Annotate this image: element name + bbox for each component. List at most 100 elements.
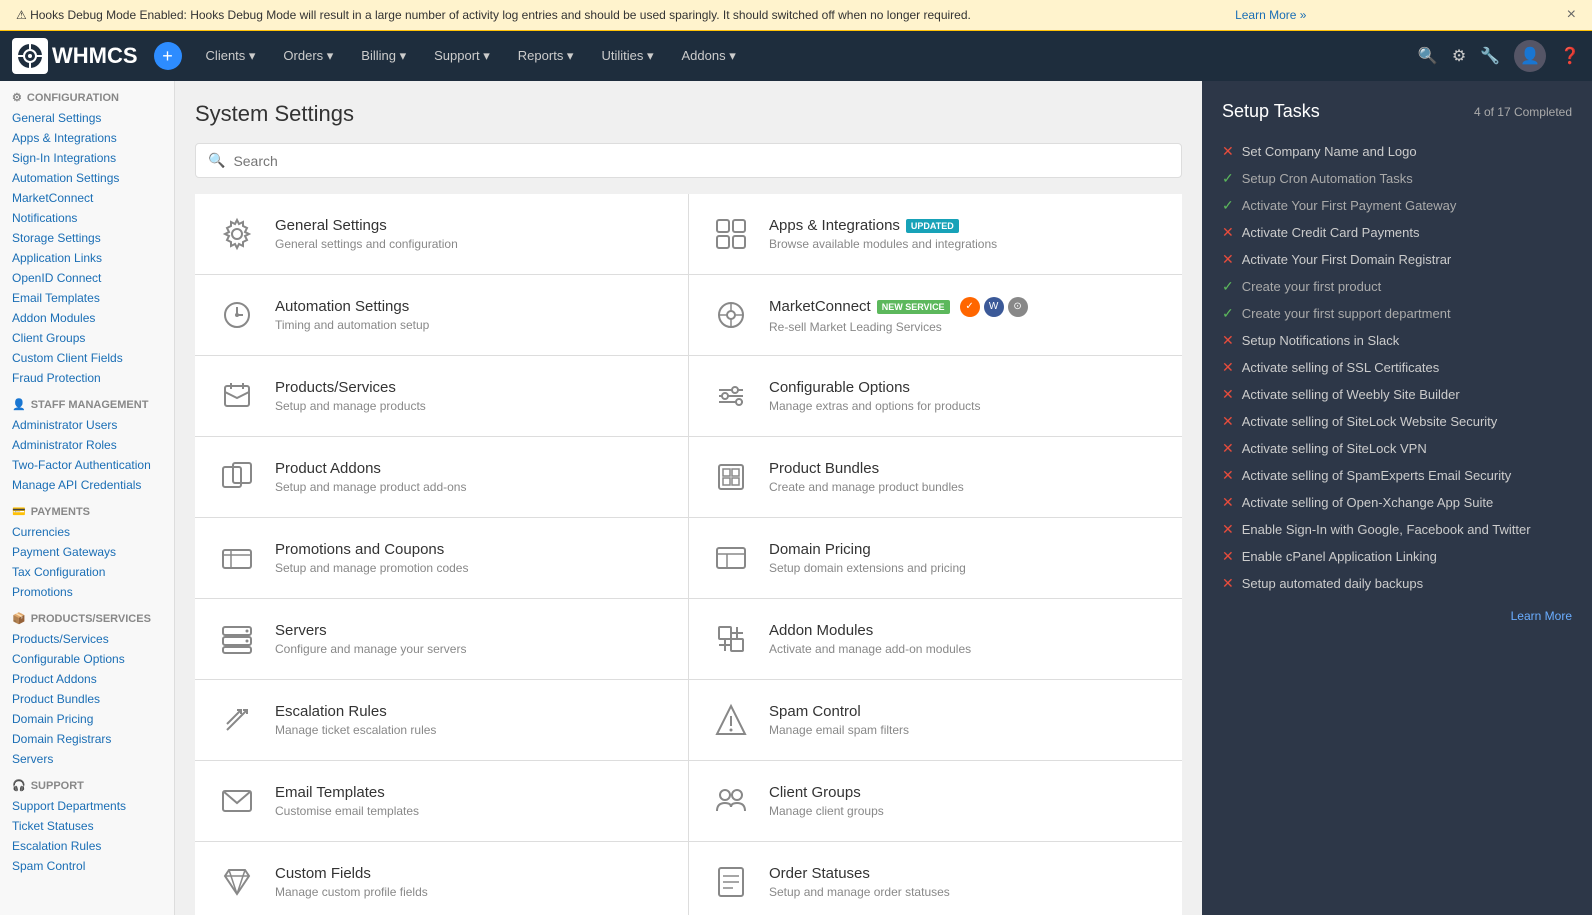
sidebar-item-apps-integrations[interactable]: Apps & Integrations: [0, 128, 174, 148]
sidebar-item-escalation-rules[interactable]: Escalation Rules: [0, 836, 174, 856]
sidebar-item-servers[interactable]: Servers: [0, 749, 174, 769]
sidebar-item-product-bundles[interactable]: Product Bundles: [0, 689, 174, 709]
sidebar-item-promotions[interactable]: Promotions: [0, 582, 174, 602]
sidebar-item-tax-configuration[interactable]: Tax Configuration: [0, 562, 174, 582]
support-icon: 🎧: [12, 779, 26, 792]
task-cross-icon: ✕: [1222, 440, 1234, 457]
card-apps-integrations[interactable]: Apps & Integrations UPDATED Browse avail…: [689, 194, 1182, 274]
sidebar-item-application-links[interactable]: Application Links: [0, 248, 174, 268]
promotions-desc: Setup and manage promotion codes: [275, 561, 468, 575]
task-cross-icon: ✕: [1222, 386, 1234, 403]
nav-addons[interactable]: Addons ▾: [668, 31, 750, 81]
sidebar-item-fraud-protection[interactable]: Fraud Protection: [0, 368, 174, 388]
card-email-templates[interactable]: Email Templates Customise email template…: [195, 761, 688, 841]
nav-orders[interactable]: Orders ▾: [269, 31, 347, 81]
promotions-content: Promotions and Coupons Setup and manage …: [275, 541, 468, 575]
market-icon-3: ⊙: [1008, 297, 1028, 317]
card-product-addons[interactable]: Product Addons Setup and manage product …: [195, 437, 688, 517]
card-product-bundles[interactable]: Product Bundles Create and manage produc…: [689, 437, 1182, 517]
card-servers[interactable]: Servers Configure and manage your server…: [195, 599, 688, 679]
card-order-statuses[interactable]: Order Statuses Setup and manage order st…: [689, 842, 1182, 915]
task-item: ✕Activate selling of SiteLock VPN: [1222, 435, 1572, 462]
logo[interactable]: WHMCS: [12, 38, 138, 74]
settings-icon[interactable]: ⚙: [1452, 46, 1466, 66]
sidebar-item-email-templates[interactable]: Email Templates: [0, 288, 174, 308]
sidebar-item-storage-settings[interactable]: Storage Settings: [0, 228, 174, 248]
spam-control-content: Spam Control Manage email spam filters: [769, 703, 909, 737]
sidebar: ⚙ Configuration General Settings Apps & …: [0, 81, 175, 915]
sidebar-item-products-services[interactable]: Products/Services: [0, 629, 174, 649]
sidebar-item-support-departments[interactable]: Support Departments: [0, 796, 174, 816]
sidebar-item-general-settings[interactable]: General Settings: [0, 108, 174, 128]
warning-link[interactable]: Learn More »: [1235, 8, 1306, 22]
card-configurable-options[interactable]: Configurable Options Manage extras and o…: [689, 356, 1182, 436]
client-groups-title: Client Groups: [769, 784, 884, 801]
card-general-settings[interactable]: General Settings General settings and co…: [195, 194, 688, 274]
sidebar-item-notifications[interactable]: Notifications: [0, 208, 174, 228]
learn-more-link[interactable]: Learn More: [1222, 609, 1572, 623]
task-cross-icon: ✕: [1222, 494, 1234, 511]
warning-bar: ⚠ Hooks Debug Mode Enabled: Hooks Debug …: [0, 0, 1592, 31]
setup-progress: 4 of 17 Completed: [1474, 105, 1572, 119]
task-cross-icon: ✕: [1222, 467, 1234, 484]
wrench-icon[interactable]: 🔧: [1480, 46, 1500, 66]
client-groups-content: Client Groups Manage client groups: [769, 784, 884, 818]
order-statuses-title: Order Statuses: [769, 865, 950, 882]
search-icon[interactable]: 🔍: [1418, 46, 1438, 66]
sidebar-item-admin-roles[interactable]: Administrator Roles: [0, 435, 174, 455]
help-icon[interactable]: ❓: [1560, 46, 1580, 66]
card-custom-fields[interactable]: Custom Fields Manage custom profile fiel…: [195, 842, 688, 915]
nav-billing[interactable]: Billing ▾: [347, 31, 420, 81]
card-promotions-coupons[interactable]: Promotions and Coupons Setup and manage …: [195, 518, 688, 598]
task-label: Activate selling of SiteLock Website Sec…: [1242, 414, 1498, 429]
apps-integrations-desc: Browse available modules and integration…: [769, 237, 997, 251]
task-item: ✕Enable Sign-In with Google, Facebook an…: [1222, 516, 1572, 543]
sidebar-item-openid-connect[interactable]: OpenID Connect: [0, 268, 174, 288]
sidebar-item-marketconnect[interactable]: MarketConnect: [0, 188, 174, 208]
sidebar-item-currencies[interactable]: Currencies: [0, 522, 174, 542]
sidebar-item-signin-integrations[interactable]: Sign-In Integrations: [0, 148, 174, 168]
sidebar-item-2fa[interactable]: Two-Factor Authentication: [0, 455, 174, 475]
card-marketconnect[interactable]: MarketConnect NEW SERVICE ✓ W ⊙ Re-sell …: [689, 275, 1182, 355]
sidebar-item-admin-users[interactable]: Administrator Users: [0, 415, 174, 435]
task-cross-icon: ✕: [1222, 143, 1234, 160]
sidebar-item-payment-gateways[interactable]: Payment Gateways: [0, 542, 174, 562]
card-client-groups[interactable]: Client Groups Manage client groups: [689, 761, 1182, 841]
task-cross-icon: ✕: [1222, 224, 1234, 241]
card-products-services[interactable]: Products/Services Setup and manage produ…: [195, 356, 688, 436]
task-label: Activate Your First Payment Gateway: [1242, 198, 1457, 213]
configurable-options-icon: [709, 374, 753, 418]
sidebar-item-configurable-options[interactable]: Configurable Options: [0, 649, 174, 669]
nav-utilities[interactable]: Utilities ▾: [587, 31, 667, 81]
sidebar-item-domain-pricing[interactable]: Domain Pricing: [0, 709, 174, 729]
card-escalation-rules[interactable]: Escalation Rules Manage ticket escalatio…: [195, 680, 688, 760]
task-label: Activate Credit Card Payments: [1242, 225, 1420, 240]
sidebar-item-product-addons[interactable]: Product Addons: [0, 669, 174, 689]
sidebar-item-spam-control[interactable]: Spam Control: [0, 856, 174, 876]
sidebar-item-custom-client-fields[interactable]: Custom Client Fields: [0, 348, 174, 368]
add-button[interactable]: +: [154, 42, 182, 70]
nav-support[interactable]: Support ▾: [420, 31, 504, 81]
sidebar-item-client-groups[interactable]: Client Groups: [0, 328, 174, 348]
task-cross-icon: ✕: [1222, 575, 1234, 592]
product-addons-icon: [215, 455, 259, 499]
search-input[interactable]: [233, 153, 1169, 169]
task-label: Create your first support department: [1242, 306, 1451, 321]
card-automation-settings[interactable]: Automation Settings Timing and automatio…: [195, 275, 688, 355]
nav-clients[interactable]: Clients ▾: [192, 31, 270, 81]
sidebar-item-api-credentials[interactable]: Manage API Credentials: [0, 475, 174, 495]
sidebar-item-addon-modules[interactable]: Addon Modules: [0, 308, 174, 328]
card-addon-modules[interactable]: Addon Modules Activate and manage add-on…: [689, 599, 1182, 679]
card-spam-control[interactable]: Spam Control Manage email spam filters: [689, 680, 1182, 760]
sidebar-item-ticket-statuses[interactable]: Ticket Statuses: [0, 816, 174, 836]
product-bundles-icon: [709, 455, 753, 499]
avatar[interactable]: 👤: [1514, 40, 1546, 72]
sidebar-item-automation-settings[interactable]: Automation Settings: [0, 168, 174, 188]
warning-close-button[interactable]: ×: [1567, 6, 1576, 24]
main-content: System Settings 🔍 General Settings Gener…: [175, 81, 1202, 915]
task-check-icon: ✓: [1222, 170, 1234, 187]
card-domain-pricing[interactable]: Domain Pricing Setup domain extensions a…: [689, 518, 1182, 598]
nav-reports[interactable]: Reports ▾: [504, 31, 588, 81]
sidebar-item-domain-registrars[interactable]: Domain Registrars: [0, 729, 174, 749]
page-title: System Settings: [195, 101, 1182, 127]
